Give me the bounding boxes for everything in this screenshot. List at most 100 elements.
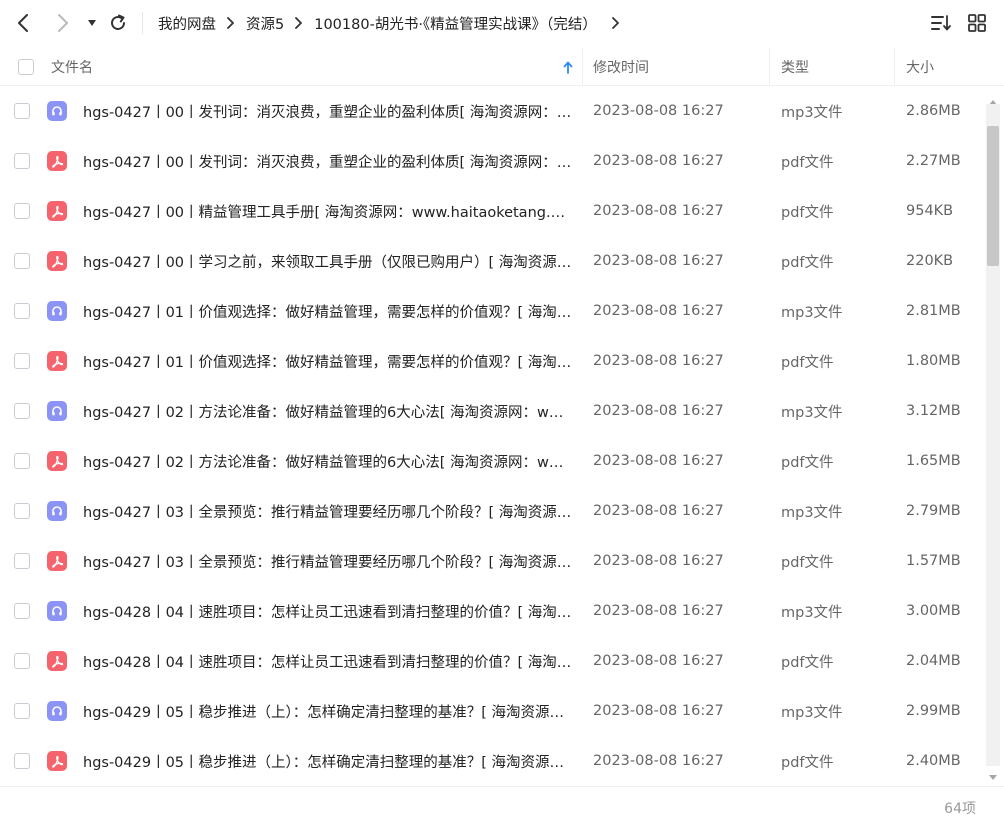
row-checkbox-cell — [14, 586, 30, 636]
row-checkbox-cell — [14, 636, 30, 686]
scroll-down-arrow-icon[interactable] — [988, 768, 998, 780]
table-row[interactable]: hgs-0429丨05丨稳步推进（上）：怎样确定清扫整理的基准？[ 海淘资源网：… — [0, 736, 984, 786]
scroll-up-arrow-icon[interactable] — [988, 92, 998, 105]
table-row[interactable]: hgs-0427丨02丨方法论准备：做好精益管理的6大心法[ 海淘资源网：www… — [0, 386, 984, 436]
table-row[interactable]: hgs-0427丨03丨全景预览：推行精益管理要经历哪几个阶段？[ 海淘资源网：… — [0, 486, 984, 536]
file-name[interactable]: hgs-0427丨03丨全景预览：推行精益管理要经历哪几个阶段？[ 海淘资源网：… — [83, 501, 573, 522]
back-button[interactable] — [12, 11, 36, 35]
file-name[interactable]: hgs-0427丨02丨方法论准备：做好精益管理的6大心法[ 海淘资源网：www… — [83, 451, 573, 472]
column-modified-label: 修改时间 — [593, 60, 649, 76]
table-header: 文件名 修改时间 类型 大小 — [0, 48, 1004, 86]
file-name[interactable]: hgs-0427丨01丨价值观选择：做好精益管理，需要怎样的价值观？[ 海淘资源… — [83, 351, 573, 372]
file-size: 2.27MB — [906, 153, 961, 169]
forward-button[interactable] — [50, 11, 74, 35]
file-name[interactable]: hgs-0428丨04丨速胜项目：怎样让员工迅速看到清扫整理的价值？[ 海淘资源… — [83, 601, 573, 622]
file-name[interactable]: hgs-0429丨05丨稳步推进（上）：怎样确定清扫整理的基准？[ 海淘资源网：… — [83, 751, 573, 772]
scroll-thumb[interactable] — [987, 126, 999, 266]
file-name[interactable]: hgs-0427丨03丨全景预览：推行精益管理要经历哪几个阶段？[ 海淘资源网：… — [83, 551, 573, 572]
row-checkbox-cell — [14, 136, 30, 186]
file-type: mp3文件 — [781, 504, 843, 521]
history-dropdown-button[interactable] — [80, 11, 104, 35]
file-size: 1.65MB — [906, 453, 961, 469]
sort-button[interactable] — [930, 13, 952, 37]
file-modified: 2023-08-08 16:27 — [593, 253, 724, 269]
breadcrumb-item-current[interactable]: 100180-胡光书·《精益管理实战课》（完结） — [314, 13, 597, 34]
row-checkbox[interactable] — [14, 403, 30, 419]
row-checkbox[interactable] — [14, 253, 30, 269]
item-count: 64项 — [944, 801, 976, 817]
sort-ascending-indicator[interactable] — [563, 48, 573, 86]
table-row[interactable]: hgs-0427丨00丨发刊词：消灭浪费，重塑企业的盈利体质[ 海淘资源网：ww… — [0, 136, 984, 186]
breadcrumb: 我的网盘 资源5 100180-胡光书·《精益管理实战课》（完结） — [158, 0, 631, 46]
table-row[interactable]: hgs-0428丨04丨速胜项目：怎样让员工迅速看到清扫整理的价值？[ 海淘资源… — [0, 586, 984, 636]
table-row[interactable]: hgs-0427丨01丨价值观选择：做好精益管理，需要怎样的价值观？[ 海淘资源… — [0, 286, 984, 336]
file-icon-cell — [47, 686, 67, 736]
table-row[interactable]: hgs-0428丨04丨速胜项目：怎样让员工迅速看到清扫整理的价值？[ 海淘资源… — [0, 636, 984, 686]
file-name-cell: hgs-0427丨00丨学习之前，来领取工具手册（仅限已购用户）[ 海淘资源网：… — [83, 236, 573, 286]
file-type: pdf文件 — [781, 254, 834, 271]
file-name[interactable]: hgs-0427丨00丨发刊词：消灭浪费，重塑企业的盈利体质[ 海淘资源网：ww… — [83, 151, 573, 172]
file-name[interactable]: hgs-0427丨02丨方法论准备：做好精益管理的6大心法[ 海淘资源网：www… — [83, 401, 573, 422]
table-row[interactable]: hgs-0427丨01丨价值观选择：做好精益管理，需要怎样的价值观？[ 海淘资源… — [0, 336, 984, 386]
table-row[interactable]: hgs-0427丨00丨发刊词：消灭浪费，重塑企业的盈利体质[ 海淘资源网：ww… — [0, 86, 984, 136]
pdf-file-icon — [47, 201, 67, 221]
breadcrumb-more-chevron-icon[interactable] — [611, 17, 620, 29]
table-row[interactable]: hgs-0427丨00丨学习之前，来领取工具手册（仅限已购用户）[ 海淘资源网：… — [0, 236, 984, 286]
table-row[interactable]: hgs-0427丨03丨全景预览：推行精益管理要经历哪几个阶段？[ 海淘资源网：… — [0, 536, 984, 586]
row-checkbox-cell — [14, 186, 30, 236]
table-row[interactable]: hgs-0429丨05丨稳步推进（上）：怎样确定清扫整理的基准？[ 海淘资源网：… — [0, 686, 984, 736]
row-checkbox[interactable] — [14, 653, 30, 669]
column-divider[interactable] — [582, 48, 583, 86]
file-modified: 2023-08-08 16:27 — [593, 703, 724, 719]
column-divider[interactable] — [894, 48, 895, 86]
row-checkbox[interactable] — [14, 453, 30, 469]
file-size: 2.04MB — [906, 653, 961, 669]
row-checkbox[interactable] — [14, 603, 30, 619]
file-type: pdf文件 — [781, 354, 834, 371]
scroll-track[interactable] — [986, 104, 1000, 766]
file-name[interactable]: hgs-0427丨00丨学习之前，来领取工具手册（仅限已购用户）[ 海淘资源网：… — [83, 251, 573, 272]
row-checkbox-cell — [14, 86, 30, 136]
file-size: 2.79MB — [906, 503, 961, 519]
row-checkbox[interactable] — [14, 353, 30, 369]
row-checkbox[interactable] — [14, 503, 30, 519]
row-checkbox[interactable] — [14, 303, 30, 319]
file-name[interactable]: hgs-0427丨00丨发刊词：消灭浪费，重塑企业的盈利体质[ 海淘资源网：ww… — [83, 101, 573, 122]
file-name[interactable]: hgs-0429丨05丨稳步推进（上）：怎样确定清扫整理的基准？[ 海淘资源网：… — [83, 701, 573, 722]
file-name[interactable]: hgs-0428丨04丨速胜项目：怎样让员工迅速看到清扫整理的价值？[ 海淘资源… — [83, 651, 573, 672]
file-name-cell: hgs-0429丨05丨稳步推进（上）：怎样确定清扫整理的基准？[ 海淘资源网：… — [83, 686, 573, 736]
audio-file-icon — [47, 701, 67, 721]
row-checkbox[interactable] — [14, 153, 30, 169]
row-checkbox-cell — [14, 236, 30, 286]
file-type: mp3文件 — [781, 704, 843, 721]
refresh-button[interactable] — [106, 11, 130, 35]
row-checkbox[interactable] — [14, 703, 30, 719]
file-type: mp3文件 — [781, 304, 843, 321]
breadcrumb-item-root[interactable]: 我的网盘 — [158, 13, 216, 34]
select-all-checkbox[interactable] — [18, 59, 34, 75]
column-header-type[interactable]: 类型 — [781, 48, 809, 86]
audio-file-icon — [47, 601, 67, 621]
file-type: pdf文件 — [781, 454, 834, 471]
table-row[interactable]: hgs-0427丨00丨精益管理工具手册[ 海淘资源网：www.haitaoke… — [0, 186, 984, 236]
vertical-scrollbar[interactable] — [986, 90, 1000, 782]
file-modified: 2023-08-08 16:27 — [593, 553, 724, 569]
row-checkbox[interactable] — [14, 553, 30, 569]
column-name-label: 文件名 — [51, 60, 93, 76]
pdf-file-icon — [47, 251, 67, 271]
table-row[interactable]: hgs-0427丨02丨方法论准备：做好精益管理的6大心法[ 海淘资源网：www… — [0, 436, 984, 486]
row-checkbox[interactable] — [14, 203, 30, 219]
chevron-left-icon — [18, 14, 28, 32]
file-name[interactable]: hgs-0427丨01丨价值观选择：做好精益管理，需要怎样的价值观？[ 海淘资源… — [83, 301, 573, 322]
column-header-name[interactable]: 文件名 — [51, 48, 571, 86]
file-name-cell: hgs-0427丨01丨价值观选择：做好精益管理，需要怎样的价值观？[ 海淘资源… — [83, 286, 573, 336]
row-checkbox[interactable] — [14, 103, 30, 119]
row-checkbox[interactable] — [14, 753, 30, 769]
column-header-size[interactable]: 大小 — [906, 48, 934, 86]
column-header-modified[interactable]: 修改时间 — [593, 48, 649, 86]
file-name[interactable]: hgs-0427丨00丨精益管理工具手册[ 海淘资源网：www.haitaoke… — [83, 201, 573, 222]
view-mode-button[interactable] — [967, 13, 987, 37]
breadcrumb-item-folder[interactable]: 资源5 — [246, 13, 284, 34]
column-divider[interactable] — [769, 48, 770, 86]
file-modified: 2023-08-08 16:27 — [593, 303, 724, 319]
